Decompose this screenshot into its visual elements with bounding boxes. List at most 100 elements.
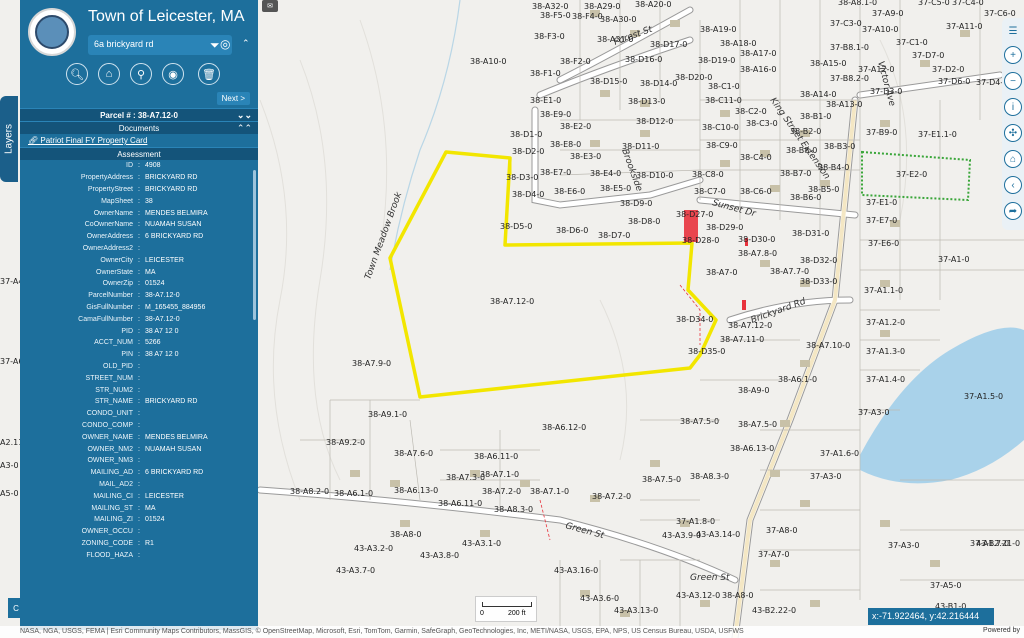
parcel-label: 43-A3.1-0 (462, 539, 501, 548)
parcel-label: 38-B1-0 (800, 112, 831, 121)
parcel-label: 38-A8.3-0 (690, 472, 729, 481)
parcel-label: 38-C9-0 (706, 141, 738, 150)
trash-icon[interactable]: 🗑︎ (198, 63, 220, 85)
back-icon[interactable]: ‹ (1004, 176, 1022, 194)
parcel-label: 38-A7.5-0 (642, 475, 681, 484)
attribute-key: OwnerZip (102, 280, 133, 288)
attribute-value: 6 BRICKYARD RD (145, 233, 204, 241)
parcel-label: 38-A6.12-0 (542, 423, 586, 432)
panel-scrollbar[interactable] (253, 170, 256, 320)
attribute-value (143, 243, 258, 255)
attribute-key: OWNER_NM2 (87, 445, 133, 453)
powered-by[interactable]: Powered by (983, 627, 1020, 634)
attribute-separator: : (138, 221, 140, 229)
attribute-value: NUAMAH SUSAN (145, 221, 202, 229)
scale-zero: 0 (480, 610, 484, 617)
zoom-out-icon[interactable]: − (1004, 72, 1022, 90)
home-icon[interactable]: ⌂ (1004, 150, 1022, 168)
parcel-label: 37-D2-0 (932, 65, 964, 74)
corner-badge[interactable]: C (8, 598, 24, 618)
parcel-label: 38-D10-0 (636, 171, 673, 180)
parcel-label: 37-C4-0 (952, 0, 984, 7)
parcel-label: 38-C3-0 (746, 119, 778, 128)
attribute-row: STR_NUM2: (20, 384, 258, 396)
home-search-icon[interactable]: ⌂ (98, 63, 120, 85)
parcel-label: 38-A8.2-0 (290, 487, 329, 496)
parcel-label: 38-A7.1-0 (480, 470, 519, 479)
assessment-section-header[interactable]: Assessment (20, 147, 258, 160)
attribute-separator: : (138, 469, 140, 477)
parcel-label: 38-E7-0 (540, 168, 571, 177)
parcel-label: 38-E5-0 (600, 184, 631, 193)
attribute-value: 38 A7 12 0 (145, 351, 179, 359)
menu-icon[interactable]: ☰ (1004, 22, 1022, 40)
share-icon[interactable]: ➦ (1004, 202, 1022, 220)
attribute-key: ParcelNumber (88, 292, 133, 300)
parcel-label: 37-A1.3-0 (866, 347, 905, 356)
layers-tab[interactable]: Layers (0, 96, 18, 182)
attribute-row: OWNER_NM3: (20, 455, 258, 467)
parcel-label: 38-D20-0 (675, 73, 712, 82)
attribute-separator: : (138, 433, 140, 441)
next-button[interactable]: Next > (216, 92, 250, 105)
attribute-row: CONDO_COMP: (20, 420, 258, 432)
scale-label: 200 ft (508, 610, 526, 617)
parcel-label: 43-A3.6-0 (580, 594, 619, 603)
attribute-table: ID:4908 PropertyAddress: BRICKYARD RD Prope… (20, 160, 258, 561)
attribute-separator: : (138, 244, 140, 252)
parcel-label: 38-C8-0 (692, 170, 724, 179)
attribute-key: CONDO_COMP (82, 421, 133, 429)
search-icon[interactable]: 🔍︎ (66, 63, 88, 85)
parcel-label: 38-D4-0 (512, 190, 544, 199)
attribute-row: OwnerZip:01524 (20, 278, 258, 290)
chevron-up-icon[interactable]: ⌃⌃ (237, 122, 252, 135)
parcel-label: 38-A15-0 (810, 59, 847, 68)
documents-section-header[interactable]: Documents ⌃⌃ (20, 121, 258, 134)
parcel-label: 38-A8.3-0 (494, 505, 533, 514)
info-icon[interactable]: i (1004, 98, 1022, 116)
attribute-value: R1 (145, 539, 154, 547)
parcel-section-header[interactable]: Parcel # : 38-A7.12-0 ⌄⌄ (20, 108, 258, 121)
zoom-in-icon[interactable]: + (1004, 46, 1022, 64)
chevron-up-icon[interactable]: ⌃ (242, 38, 250, 49)
locate-icon[interactable]: ⚲ (130, 63, 152, 85)
coordinate-readout: x:-71.922464, y:42.216444 (868, 608, 994, 625)
parcel-label: 38-C7-0 (694, 187, 726, 196)
attribute-value: LEICESTER (145, 492, 184, 500)
attribute-row: ID:4908 (20, 160, 258, 172)
attribute-value (143, 384, 258, 396)
parcel-label: 38-A29-0 (584, 2, 621, 11)
attribute-row: PID:38 A7 12 0 (20, 325, 258, 337)
search-speech-icon[interactable]: ◎ (220, 37, 240, 57)
view-icon[interactable]: ◉ (162, 63, 184, 85)
parcel-label: 37-B8.1-0 (830, 43, 869, 52)
parcel-label: A3-0 (0, 461, 19, 470)
compass-icon[interactable]: ✣ (1004, 124, 1022, 142)
attribute-value: 38 (145, 197, 153, 205)
attribute-value: 4908 (145, 162, 161, 170)
parcel-label: 38-D33-0 (800, 277, 837, 286)
parcel-label: 37-E1-0 (866, 198, 897, 207)
parcel-label: 38-A30-0 (600, 15, 637, 24)
attribute-row: MAILING_ST: MA (20, 502, 258, 514)
parcel-label: 43-A3.7-0 (336, 566, 375, 575)
parcel-label: 38-D14-0 (640, 79, 677, 88)
parcel-label: 38-A7.12-0 (728, 321, 772, 330)
attribute-key: OwnerState (96, 268, 133, 276)
property-card-link[interactable]: 🔗︎ Patriot Final FY Property Card (20, 134, 258, 147)
attribute-row: OwnerName: MENDES BELMIRA (20, 207, 258, 219)
attribute-value: MENDES BELMIRA (145, 433, 208, 441)
parcel-label: 38-D31-0 (792, 229, 829, 238)
parcel-label: 38-D5-0 (500, 222, 532, 231)
attribute-key: CoOwnerName (84, 221, 133, 229)
attribute-value: 6 BRICKYARD RD (145, 469, 204, 477)
attribute-value: 38-A7.12-0 (145, 292, 180, 300)
chat-icon[interactable]: ✉ (262, 0, 278, 12)
attribute-key: OWNER_NM3 (87, 457, 133, 465)
attribute-key: OwnerName (93, 209, 133, 217)
parcel-label: 38-A32-0 (532, 2, 569, 11)
parcel-label: 38-A9-0 (738, 386, 769, 395)
filter-icon[interactable]: ⏷ (210, 38, 220, 53)
parcel-label: 38-D27-0 (676, 210, 713, 219)
parcel-label: 38-A7.1-0 (530, 487, 569, 496)
